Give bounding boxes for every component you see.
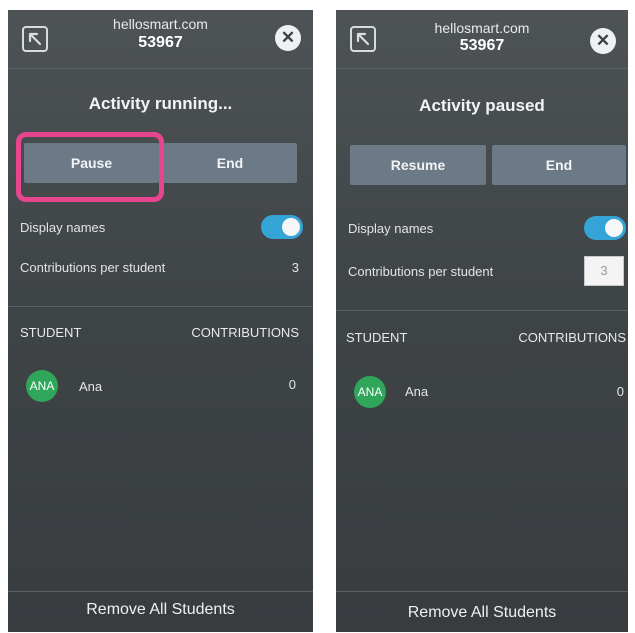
site-url: hellosmart.com [113, 16, 208, 32]
resume-button[interactable]: Resume [350, 145, 486, 185]
divider [8, 306, 313, 307]
display-names-toggle[interactable] [584, 216, 626, 240]
display-names-label: Display names [348, 221, 434, 236]
highlight-annotation [16, 132, 164, 202]
close-icon: ✕ [280, 28, 296, 47]
column-header-contributions: CONTRIBUTIONS [518, 330, 626, 345]
student-contribution-count: 0 [616, 384, 624, 399]
contributions-value: 3 [291, 260, 299, 275]
column-header-student: STUDENT [346, 330, 408, 345]
contributions-input[interactable]: 3 [584, 256, 624, 286]
site-url: hellosmart.com [434, 20, 530, 36]
end-button[interactable]: End [492, 145, 626, 185]
student-name: Ana [79, 379, 103, 394]
class-code: 53967 [138, 34, 183, 51]
footer-bar: Remove All Students [336, 591, 628, 632]
session-panel-running: hellosmart.com 53967 ✕ Activity running.… [8, 10, 313, 632]
avatar: ANA [354, 376, 386, 408]
footer-bar: Remove All Students [8, 591, 313, 632]
student-contribution-count: 0 [288, 377, 296, 392]
divider [336, 310, 628, 311]
toggle-knob [605, 219, 623, 237]
close-icon: ✕ [595, 31, 611, 50]
header-bar: hellosmart.com 53967 ✕ [8, 10, 313, 69]
close-button[interactable]: ✕ [590, 28, 616, 54]
display-names-label: Display names [20, 220, 106, 235]
session-panel-paused: hellosmart.com 53967 ✕ Activity paused R… [336, 10, 628, 632]
activity-status: Activity running... [88, 94, 233, 113]
avatar: ANA [26, 370, 58, 402]
activity-status: Activity paused [419, 96, 545, 115]
display-names-toggle[interactable] [261, 215, 303, 239]
end-button[interactable]: End [163, 143, 297, 183]
remove-all-students-button[interactable]: Remove All Students [336, 604, 628, 622]
close-button[interactable]: ✕ [275, 25, 301, 51]
contributions-label: Contributions per student [20, 260, 166, 275]
remove-all-students-button[interactable]: Remove All Students [8, 601, 313, 619]
student-name: Ana [405, 384, 429, 399]
column-header-student: STUDENT [20, 325, 82, 340]
contributions-label: Contributions per student [348, 264, 494, 279]
header-bar: hellosmart.com 53967 ✕ [336, 10, 628, 69]
class-code: 53967 [459, 37, 505, 54]
column-header-contributions: CONTRIBUTIONS [191, 325, 299, 340]
toggle-knob [282, 218, 300, 236]
